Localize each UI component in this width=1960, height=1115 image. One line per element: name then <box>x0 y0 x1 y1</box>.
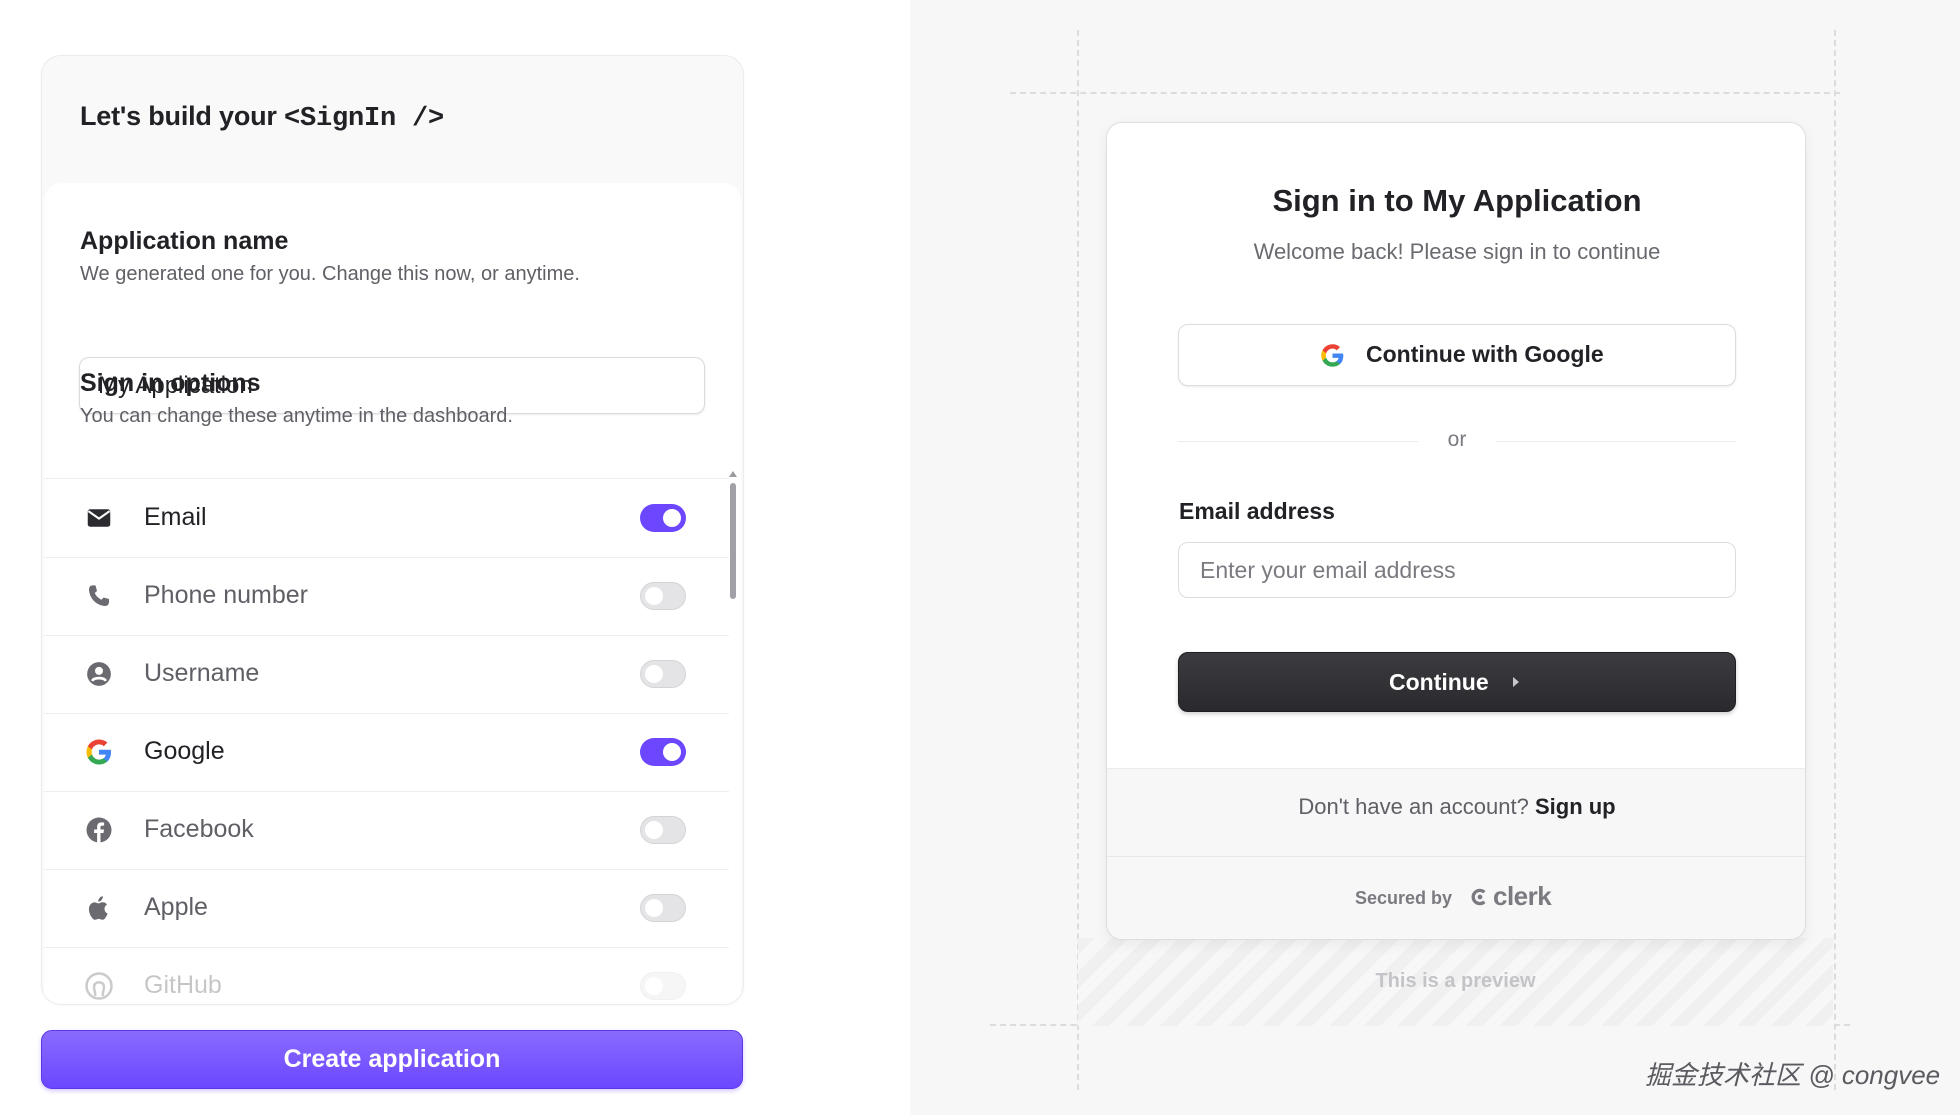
preview-note: This is a preview <box>1375 970 1536 992</box>
phone-icon <box>89 585 109 606</box>
option-label: GitHub <box>144 971 222 999</box>
option-email[interactable]: Email <box>44 479 729 558</box>
option-phone[interactable]: Phone number <box>44 557 729 636</box>
option-label: Email <box>144 503 207 531</box>
builder-panel: Let's build your <SignIn /> Application … <box>0 0 910 1115</box>
signin-title: Sign in to My Application <box>1272 183 1642 218</box>
apple-toggle[interactable] <box>640 894 686 922</box>
google-icon <box>86 739 111 765</box>
create-application-button[interactable]: Create application <box>41 1030 743 1089</box>
builder-title: Let's build your <SignIn /> <box>80 101 444 134</box>
github-icon <box>85 972 113 1000</box>
preview-panel: This is a preview Sign in to My Applicat… <box>910 0 1960 1115</box>
builder-form: Application name We generated one for yo… <box>44 183 741 1004</box>
guide-line <box>1010 92 1840 94</box>
caret-right-icon <box>1513 677 1519 687</box>
google-button-label: Continue with Google <box>1366 341 1604 367</box>
signin-options-list: Email Phone number Username Google Faceb… <box>44 478 729 1004</box>
option-label: Phone number <box>144 581 309 609</box>
option-apple[interactable]: Apple <box>44 869 729 948</box>
facebook-toggle[interactable] <box>640 816 686 844</box>
builder-title-code: <SignIn /> <box>284 104 445 134</box>
signin-options-description: You can change these anytime in the dash… <box>80 405 513 427</box>
continue-button-label: Continue <box>1389 669 1489 695</box>
signin-card: Sign in to My Application Welcome back! … <box>1106 122 1806 940</box>
secured-by-text: Secured by <box>1355 888 1453 908</box>
signin-options-title: Sign in options <box>80 369 261 397</box>
signin-main: Sign in to My Application Welcome back! … <box>1107 123 1805 769</box>
envelope-icon <box>87 509 111 527</box>
email-toggle[interactable] <box>640 504 686 532</box>
google-icon <box>1321 344 1344 367</box>
option-username[interactable]: Username <box>44 635 729 714</box>
github-toggle[interactable] <box>640 972 686 1000</box>
phone-toggle[interactable] <box>640 582 686 610</box>
username-toggle[interactable] <box>640 660 686 688</box>
watermark: 掘金技术社区 @ congvee <box>1645 1060 1941 1090</box>
option-facebook[interactable]: Facebook <box>44 791 729 870</box>
app-name-title: Application name <box>80 227 289 255</box>
option-github[interactable]: GitHub <box>44 947 729 1004</box>
signup-prompt: Don't have an account? Sign up <box>1107 794 1805 820</box>
continue-button[interactable]: Continue <box>1178 652 1736 712</box>
option-label: Username <box>144 659 260 687</box>
user-circle-icon <box>87 662 111 686</box>
guide-line <box>1834 30 1836 1090</box>
option-label: Apple <box>144 893 208 921</box>
scroll-up-arrow-icon[interactable] <box>729 471 737 477</box>
clerk-wordmark: clerk <box>1493 881 1552 911</box>
option-label: Facebook <box>144 815 254 843</box>
clerk-logo-icon <box>1471 888 1486 906</box>
divider-or: or <box>1447 428 1467 451</box>
builder-title-text: Let's build your <box>80 101 285 131</box>
option-google[interactable]: Google <box>44 713 729 792</box>
email-input[interactable] <box>1178 542 1736 598</box>
google-toggle[interactable] <box>640 738 686 766</box>
signin-subtitle: Welcome back! Please sign in to continue <box>1253 239 1661 264</box>
footer-divider <box>1107 856 1805 857</box>
facebook-icon <box>86 817 112 843</box>
option-label: Google <box>144 737 225 765</box>
options-scrollbar[interactable] <box>730 483 736 599</box>
guide-line <box>1077 30 1079 1090</box>
continue-with-google-button[interactable]: Continue with Google <box>1178 324 1736 386</box>
signup-link[interactable]: Sign up <box>1535 794 1616 819</box>
builder-card: Let's build your <SignIn /> Application … <box>41 55 744 1005</box>
email-label: Email address <box>1179 498 1335 524</box>
app-name-description: We generated one for you. Change this no… <box>80 263 580 285</box>
apple-icon <box>88 896 108 920</box>
signup-prompt-text: Don't have an account? <box>1298 794 1529 819</box>
